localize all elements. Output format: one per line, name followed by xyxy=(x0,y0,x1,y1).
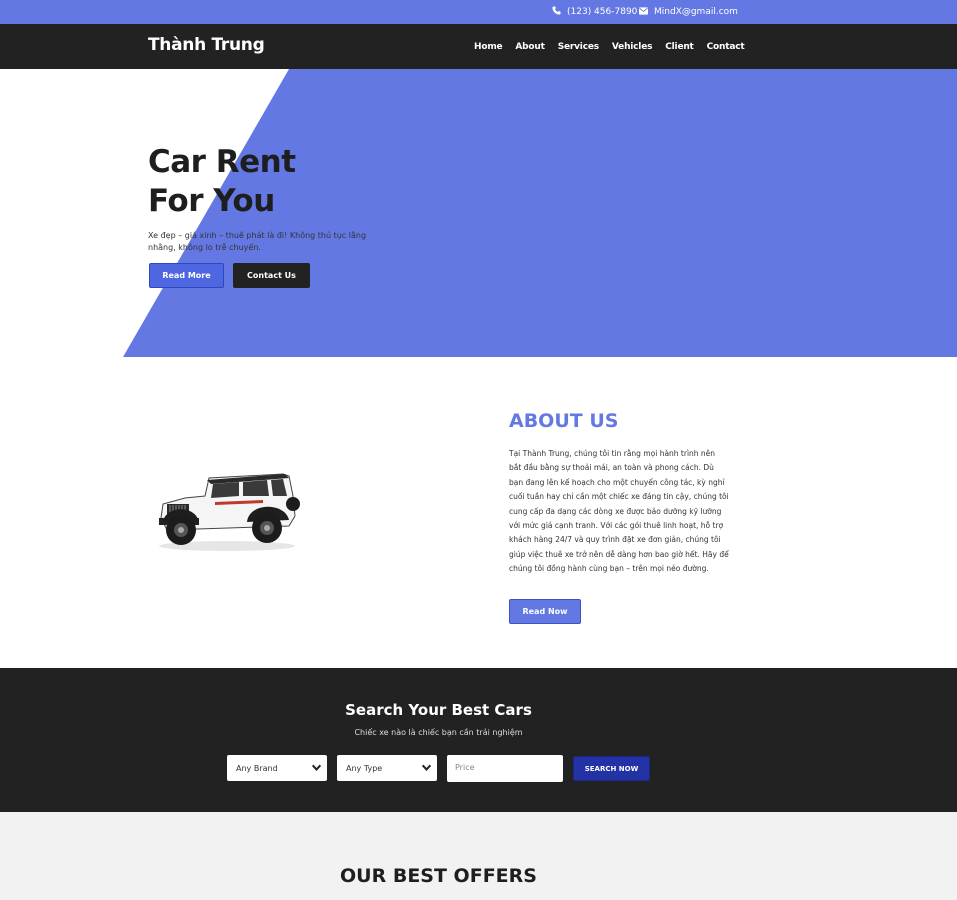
nav-item-vehicles[interactable]: Vehicles xyxy=(612,42,653,52)
phone-contact[interactable]: (123) 456-7890 xyxy=(552,0,637,24)
nav-item-home[interactable]: Home xyxy=(474,42,503,52)
email-address: MindX@gmail.com xyxy=(654,7,738,17)
about-title: ABOUT US xyxy=(509,410,619,432)
email-contact[interactable]: MindX@gmail.com xyxy=(639,0,738,24)
envelope-icon xyxy=(639,6,648,18)
phone-number: (123) 456-7890 xyxy=(567,7,638,17)
nav-item-contact[interactable]: Contact xyxy=(707,42,745,52)
contact-us-button[interactable]: Contact Us xyxy=(233,263,310,288)
search-now-button[interactable]: SEARCH NOW xyxy=(573,756,650,781)
type-select[interactable]: Any Type xyxy=(337,755,437,781)
hero-section: Car Rent For You Xe đẹp – giá xinh – thu… xyxy=(0,69,957,357)
about-text: Tại Thành Trung, chúng tôi tin rằng mọi … xyxy=(509,449,729,574)
read-now-button[interactable]: Read Now xyxy=(509,599,581,624)
search-title: Search Your Best Cars xyxy=(345,701,532,719)
phone-icon xyxy=(552,6,561,18)
nav-item-client[interactable]: Client xyxy=(665,42,694,52)
nav-menu: Home About Services Vehicles Client Cont… xyxy=(474,24,757,69)
brand-select-value: Any Brand xyxy=(236,763,278,773)
offers-title: OUR BEST OFFERS xyxy=(340,865,537,887)
read-more-button[interactable]: Read More xyxy=(149,263,224,288)
brand-logo[interactable]: Thành Trung xyxy=(148,35,265,55)
chevron-down-icon xyxy=(311,762,322,775)
jeep-wrangler-image xyxy=(155,468,300,557)
nav-item-services[interactable]: Services xyxy=(558,42,599,52)
top-contact-bar: (123) 456-7890 MindX@gmail.com xyxy=(0,0,957,24)
main-navbar: Thành Trung Home About Services Vehicles… xyxy=(0,24,957,69)
hero-diagonal-background xyxy=(123,69,957,357)
price-input[interactable]: Price xyxy=(447,755,563,782)
brand-select[interactable]: Any Brand xyxy=(227,755,327,781)
search-section: Search Your Best Cars Chiếc xe nào là ch… xyxy=(0,668,957,812)
hero-title: Car Rent For You xyxy=(148,143,296,221)
nav-item-about[interactable]: About xyxy=(515,42,545,52)
hero-title-line1: Car Rent xyxy=(148,144,296,180)
offers-section: OUR BEST OFFERS xyxy=(0,812,957,900)
chevron-down-icon xyxy=(421,762,432,775)
search-subtitle: Chiếc xe nào là chiếc bạn cần trải nghiệ… xyxy=(354,728,523,737)
hero-title-line2: For You xyxy=(148,183,275,219)
type-select-value: Any Type xyxy=(346,763,383,773)
hero-description: Xe đẹp – giá xinh – thuê phát là đi! Khô… xyxy=(148,231,367,252)
